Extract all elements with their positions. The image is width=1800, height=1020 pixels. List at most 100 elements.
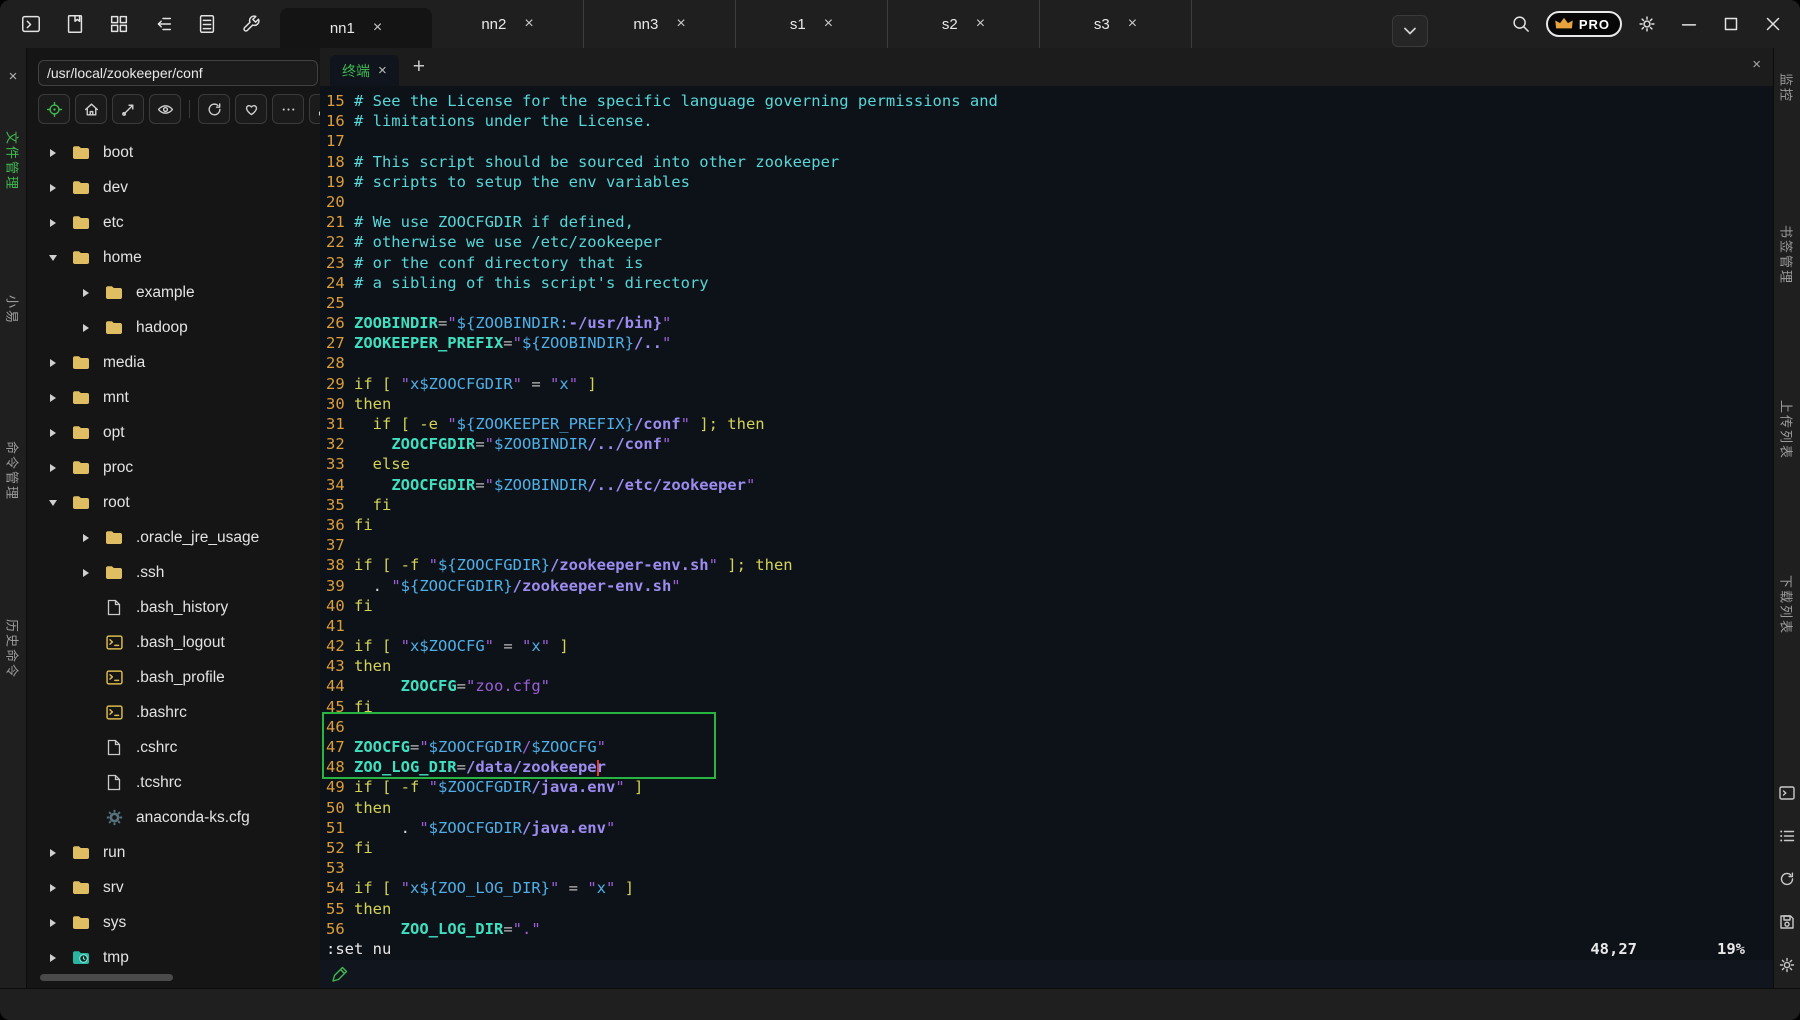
sidebar-item-监控[interactable]: 监控 — [1778, 73, 1797, 103]
tree-item-.tcshrc[interactable]: .tcshrc — [27, 765, 320, 800]
tree-item-run[interactable]: run — [27, 835, 320, 870]
tree-item-.bashrc[interactable]: .bashrc — [27, 695, 320, 730]
tree-expand-arrow[interactable] — [47, 255, 59, 261]
session-tab-s1[interactable]: s1× — [736, 0, 888, 48]
tree-item-opt[interactable]: opt — [27, 415, 320, 450]
terminal-tab[interactable]: 终端 × — [330, 55, 399, 86]
tree-item-tmp[interactable]: tmp — [27, 940, 320, 975]
path-input[interactable] — [38, 60, 318, 86]
scrollbar-thumb[interactable] — [40, 974, 173, 981]
bookmark-button[interactable] — [58, 7, 92, 41]
tree-item-.oracle_jre_usage[interactable]: .oracle_jre_usage — [27, 520, 320, 555]
terminal-small-button[interactable] — [1778, 784, 1796, 802]
close-window-button[interactable] — [1756, 7, 1790, 41]
tree-expand-arrow[interactable] — [47, 884, 59, 892]
tree-item-hadoop[interactable]: hadoop — [27, 310, 320, 345]
tree-item-.bash_logout[interactable]: .bash_logout — [27, 625, 320, 660]
line-number: 37 — [326, 535, 345, 555]
tab-overflow-button[interactable] — [1392, 15, 1428, 47]
sidebar-item-下载列表[interactable]: 下载列表 — [1778, 575, 1797, 635]
close-tab-icon[interactable]: × — [676, 15, 685, 33]
maximize-button[interactable] — [1714, 7, 1748, 41]
tree-item-mnt[interactable]: mnt — [27, 380, 320, 415]
tree-item-boot[interactable]: boot — [27, 135, 320, 170]
sidebar-item-历史命令[interactable]: 历史命令 — [4, 619, 23, 679]
minimize-button[interactable] — [1672, 7, 1706, 41]
close-terminal-panel-icon[interactable]: × — [1752, 56, 1761, 73]
tree-item-etc[interactable]: etc — [27, 205, 320, 240]
tree-expand-arrow[interactable] — [47, 919, 59, 927]
wrench-button[interactable] — [234, 7, 268, 41]
session-tab-s3[interactable]: s3× — [1040, 0, 1192, 48]
tree-item-.bash_history[interactable]: .bash_history — [27, 590, 320, 625]
layout-button[interactable] — [102, 7, 136, 41]
tree-expand-arrow[interactable] — [47, 219, 59, 227]
tree-expand-arrow[interactable] — [47, 184, 59, 192]
sidebar-item-命令管理[interactable]: 命令管理 — [4, 441, 23, 501]
more-button[interactable] — [272, 94, 304, 124]
terminal-button[interactable] — [14, 7, 48, 41]
terminal-output[interactable]: 15# See the License for the specific lan… — [320, 86, 1773, 960]
collapse-tree-button[interactable] — [146, 7, 180, 41]
tree-item-media[interactable]: media — [27, 345, 320, 380]
session-tab-nn1[interactable]: nn1× — [280, 8, 432, 48]
pro-badge[interactable]: PRO — [1546, 11, 1622, 37]
refresh-button[interactable] — [1778, 870, 1796, 888]
settings-button[interactable] — [1630, 7, 1664, 41]
list-button[interactable] — [1778, 827, 1796, 845]
session-tab-nn3[interactable]: nn3× — [584, 0, 736, 48]
tree-expand-arrow[interactable] — [80, 324, 92, 332]
close-tab-icon[interactable]: × — [524, 15, 533, 33]
save-button[interactable] — [1778, 913, 1796, 931]
close-tab-icon[interactable]: × — [1128, 15, 1137, 33]
search-button[interactable] — [1504, 7, 1538, 41]
tree-item-anaconda-ks.cfg[interactable]: anaconda-ks.cfg — [27, 800, 320, 835]
sidebar-item-小易[interactable]: 小易 — [4, 295, 23, 325]
heart-button[interactable] — [235, 94, 267, 124]
server-list-button[interactable] — [190, 7, 224, 41]
locate-button[interactable] — [38, 94, 70, 124]
session-tab-s2[interactable]: s2× — [888, 0, 1040, 48]
sidebar-item-文件管理[interactable]: 文件管理 — [4, 131, 23, 191]
tree-item-sys[interactable]: sys — [27, 905, 320, 940]
tree-item-srv[interactable]: srv — [27, 870, 320, 905]
horizontal-scrollbar[interactable] — [27, 974, 320, 982]
close-tab-icon[interactable]: × — [373, 19, 382, 37]
code-segment: "." — [513, 920, 541, 938]
tree-expand-arrow[interactable] — [47, 500, 59, 506]
terminal-line: 48ZOO_LOG_DIR=/data/zookeeper — [326, 757, 1773, 777]
close-tab-icon[interactable]: × — [824, 15, 833, 33]
tree-expand-arrow[interactable] — [47, 394, 59, 402]
close-tab-icon[interactable]: × — [976, 15, 985, 33]
refresh-button[interactable] — [198, 94, 230, 124]
tree-expand-arrow[interactable] — [47, 429, 59, 437]
tree-expand-arrow[interactable] — [47, 849, 59, 857]
close-terminal-tab-icon[interactable]: × — [378, 62, 387, 79]
tree-item-.ssh[interactable]: .ssh — [27, 555, 320, 590]
tree-expand-arrow[interactable] — [47, 359, 59, 367]
connect-button[interactable] — [112, 94, 144, 124]
tree-item-home[interactable]: home — [27, 240, 320, 275]
tree-expand-arrow[interactable] — [80, 569, 92, 577]
sidebar-item-书签管理[interactable]: 书签管理 — [1778, 225, 1797, 285]
tree-item-root[interactable]: root — [27, 485, 320, 520]
home-button[interactable] — [75, 94, 107, 124]
tree-expand-arrow[interactable] — [80, 534, 92, 542]
code-segment — [354, 476, 391, 494]
tree-item-example[interactable]: example — [27, 275, 320, 310]
sidebar-item-上传列表[interactable]: 上传列表 — [1778, 400, 1797, 460]
close-sidebar-icon[interactable]: × — [9, 68, 18, 85]
tree-expand-arrow[interactable] — [80, 289, 92, 297]
tree-item-proc[interactable]: proc — [27, 450, 320, 485]
tree-expand-arrow[interactable] — [47, 149, 59, 157]
new-terminal-tab-button[interactable]: + — [413, 55, 425, 79]
tree-expand-arrow[interactable] — [47, 954, 59, 962]
tree-item-.bash_profile[interactable]: .bash_profile — [27, 660, 320, 695]
tree-expand-arrow[interactable] — [47, 464, 59, 472]
session-tab-nn2[interactable]: nn2× — [432, 0, 584, 48]
eye-button[interactable] — [149, 94, 181, 124]
tree-item-.cshrc[interactable]: .cshrc — [27, 730, 320, 765]
tree-item-dev[interactable]: dev — [27, 170, 320, 205]
terminal-line: 28 — [326, 353, 1773, 373]
gear-button[interactable] — [1778, 956, 1796, 974]
